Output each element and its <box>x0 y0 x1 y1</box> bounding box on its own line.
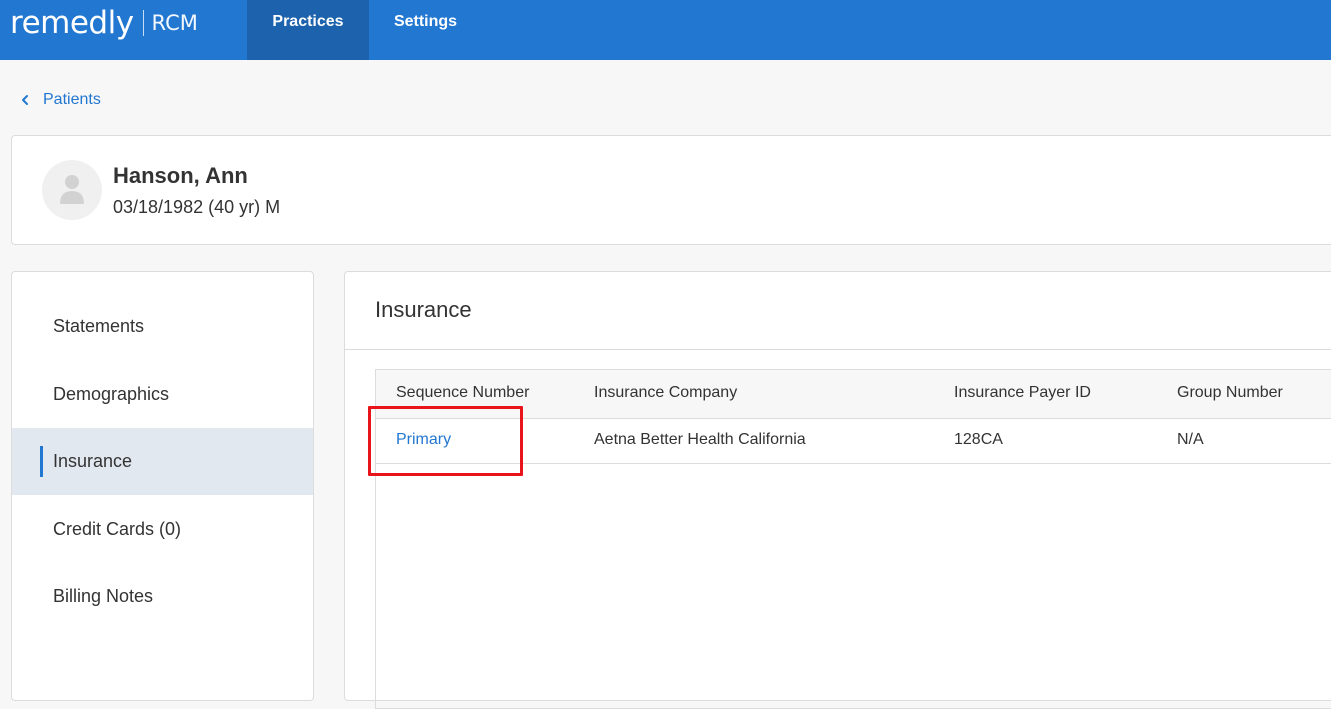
group-number-cell: N/A <box>1177 431 1204 448</box>
brand-logo[interactable]: remedly RCM <box>10 4 198 42</box>
payer-id-cell: 128CA <box>954 431 1003 448</box>
sidebar-item-demographics[interactable]: Demographics <box>12 361 313 428</box>
patient-name: Hanson, Ann <box>113 163 248 188</box>
highlight-box <box>368 406 523 476</box>
back-link-label: Patients <box>43 91 101 108</box>
panel-divider <box>345 349 1331 350</box>
user-placeholder-icon <box>60 175 84 204</box>
nav-tab-practices[interactable]: Practices <box>247 0 369 60</box>
patient-details: 03/18/1982 (40 yr) M <box>113 197 281 217</box>
insurance-panel: Insurance Sequence Number Insurance Comp… <box>344 271 1331 709</box>
patient-sidebar: Statements Demographics Insurance Credit… <box>11 271 314 701</box>
brand-name: remedly <box>10 5 134 41</box>
nav-tab-settings-label: Settings <box>393 13 458 30</box>
sidebar-item-label: Credit Cards (0) <box>53 519 182 539</box>
sidebar-item-label: Demographics <box>53 384 170 404</box>
top-nav-bar: remedly RCM Practices Settings <box>0 0 1331 60</box>
sidebar-item-label: Insurance <box>53 451 133 471</box>
sidebar-item-credit-cards[interactable]: Credit Cards (0) <box>12 496 313 563</box>
nav-tab-practices-label: Practices <box>272 13 344 30</box>
sidebar-item-insurance[interactable]: Insurance <box>12 428 313 495</box>
sidebar-item-label: Billing Notes <box>53 586 154 606</box>
sidebar-item-label: Statements <box>53 316 145 336</box>
insurance-company-cell: Aetna Better Health California <box>594 431 806 448</box>
column-header-insurance-company[interactable]: Insurance Company <box>594 384 737 402</box>
panel-title: Insurance <box>375 297 472 322</box>
column-header-group-number[interactable]: Group Number <box>1177 384 1283 402</box>
column-header-payer-id[interactable]: Insurance Payer ID <box>954 384 1091 402</box>
nav-tab-settings[interactable]: Settings <box>369 0 482 60</box>
back-to-patients-link[interactable]: Patients <box>18 90 101 110</box>
chevron-left-icon <box>22 95 28 105</box>
patient-header-card: Hanson, Ann 03/18/1982 (40 yr) M <box>11 135 1331 245</box>
brand-divider <box>142 10 144 36</box>
column-header-sequence-number[interactable]: Sequence Number <box>396 384 529 402</box>
sidebar-item-billing-notes[interactable]: Billing Notes <box>12 563 313 630</box>
brand-product: RCM <box>151 11 198 35</box>
sidebar-item-statements[interactable]: Statements <box>12 293 313 360</box>
avatar <box>42 160 102 220</box>
